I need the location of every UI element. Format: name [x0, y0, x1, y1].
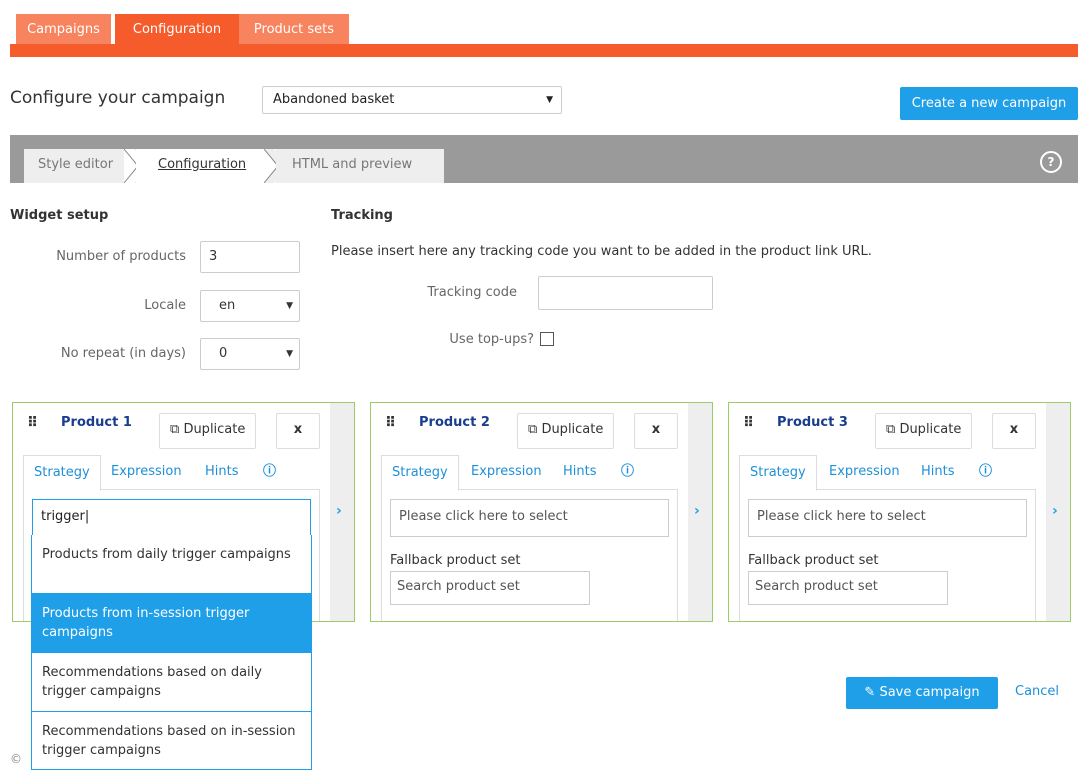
close-button[interactable]: x: [992, 413, 1036, 449]
tab-campaigns[interactable]: Campaigns: [16, 14, 111, 46]
product-tabs: Strategy Expression Hints ⓘ: [381, 455, 678, 491]
topups-checkbox[interactable]: [540, 332, 554, 346]
drag-handle-icon[interactable]: ⠿: [27, 415, 38, 431]
help-icon[interactable]: ⓘ: [979, 455, 992, 489]
save-campaign-button[interactable]: ✎ Save campaign: [846, 677, 998, 709]
product-body: Please click here to select Fallback pro…: [381, 489, 678, 621]
strategy-input[interactable]: Please click here to select: [748, 499, 1027, 537]
edit-icon: ✎: [864, 685, 876, 700]
campaign-select[interactable]: Abandoned basket ▼: [262, 86, 562, 114]
locale-select[interactable]: en ▼: [200, 290, 300, 322]
help-icon[interactable]: ?: [1040, 151, 1062, 173]
dropdown-option-selected[interactable]: Products from in-session trigger campaig…: [32, 594, 311, 653]
product-title: Product 1: [61, 415, 132, 430]
duplicate-label: Duplicate: [183, 422, 246, 437]
top-nav: Campaigns Configuration Product sets: [10, 14, 1078, 57]
dropdown-option[interactable]: Recommendations based on daily trigger c…: [32, 653, 311, 712]
topups-label: Use top-ups?: [449, 332, 534, 347]
dropdown-arrow-icon: ▼: [546, 95, 553, 105]
drag-handle-icon[interactable]: ⠿: [385, 415, 396, 431]
scroll-next[interactable]: ›: [1046, 403, 1070, 621]
tab-strategy[interactable]: Strategy: [381, 455, 459, 491]
create-campaign-button[interactable]: Create a new campaign: [900, 87, 1078, 120]
num-products-input[interactable]: 3: [200, 241, 300, 273]
duplicate-button[interactable]: ⧉ Duplicate: [517, 413, 615, 449]
duplicate-label: Duplicate: [899, 422, 962, 437]
no-repeat-value: 0: [219, 346, 228, 361]
duplicate-button[interactable]: ⧉ Duplicate: [159, 413, 257, 449]
product-body: Please click here to select Fallback pro…: [739, 489, 1036, 621]
product-tabs: Strategy Expression Hints ⓘ: [23, 455, 320, 491]
tab-strategy[interactable]: Strategy: [23, 455, 101, 491]
duplicate-button[interactable]: ⧉ Duplicate: [875, 413, 973, 449]
dropdown-arrow-icon: ▼: [286, 349, 293, 359]
tab-expression[interactable]: Expression: [471, 455, 542, 489]
scroll-next[interactable]: ›: [688, 403, 712, 621]
tracking-description: Please insert here any tracking code you…: [331, 244, 872, 259]
fallback-label: Fallback product set: [390, 553, 521, 568]
strategy-input[interactable]: trigger|: [32, 499, 311, 537]
dropdown-option[interactable]: Recommendations based on in-session trig…: [32, 712, 311, 769]
cancel-link[interactable]: Cancel: [1015, 684, 1059, 699]
help-icon[interactable]: ⓘ: [263, 455, 276, 489]
tracking-code-label: Tracking code: [427, 285, 517, 300]
locale-value: en: [219, 298, 236, 313]
tracking-heading: Tracking: [331, 208, 393, 223]
no-repeat-label: No repeat (in days): [60, 346, 186, 361]
tab-product-sets[interactable]: Product sets: [239, 14, 349, 46]
step-configuration-label: Configuration: [158, 157, 247, 172]
duplicate-label: Duplicate: [541, 422, 604, 437]
fallback-input[interactable]: Search product set: [390, 571, 590, 605]
product-title: Product 3: [777, 415, 848, 430]
chevron-right-icon: ›: [1052, 503, 1058, 519]
tracking-code-input[interactable]: [538, 276, 713, 310]
strategy-dropdown: Products from daily trigger campaigns Pr…: [31, 535, 312, 770]
tab-hints[interactable]: Hints: [921, 455, 955, 489]
duplicate-icon: ⧉: [886, 422, 896, 437]
fallback-input[interactable]: Search product set: [748, 571, 948, 605]
step-bar: Style editor Configuration HTML and prev…: [10, 135, 1078, 183]
drag-handle-icon[interactable]: ⠿: [743, 415, 754, 431]
chevron-right-icon: ›: [694, 503, 700, 519]
tab-hints[interactable]: Hints: [563, 455, 597, 489]
copyright: ©: [10, 752, 22, 766]
scroll-next[interactable]: ›: [330, 403, 354, 621]
num-products-label: Number of products: [56, 249, 186, 264]
dropdown-arrow-icon: ▼: [286, 301, 293, 311]
tab-configuration[interactable]: Configuration: [115, 14, 239, 46]
chevron-right-icon: ›: [336, 503, 342, 519]
tab-expression[interactable]: Expression: [829, 455, 900, 489]
campaign-select-value: Abandoned basket: [273, 92, 395, 107]
tab-strategy[interactable]: Strategy: [739, 455, 817, 491]
widget-setup-heading: Widget setup: [10, 208, 109, 223]
step-html-preview[interactable]: HTML and preview: [276, 149, 444, 183]
strategy-value: trigger: [41, 509, 85, 524]
strategy-input[interactable]: Please click here to select: [390, 499, 669, 537]
product-title: Product 2: [419, 415, 490, 430]
product-tabs: Strategy Expression Hints ⓘ: [739, 455, 1036, 491]
fallback-label: Fallback product set: [748, 553, 879, 568]
tab-expression[interactable]: Expression: [111, 455, 182, 489]
save-label: Save campaign: [879, 685, 980, 700]
no-repeat-select[interactable]: 0 ▼: [200, 338, 300, 370]
close-button[interactable]: x: [276, 413, 320, 449]
duplicate-icon: ⧉: [528, 422, 538, 437]
help-icon[interactable]: ⓘ: [621, 455, 634, 489]
dropdown-option[interactable]: Products from daily trigger campaigns: [32, 535, 311, 594]
close-button[interactable]: x: [634, 413, 678, 449]
locale-label: Locale: [144, 298, 186, 313]
nav-underline: [10, 44, 1078, 57]
product-panel-2: ⠿ Product 2 ⧉ Duplicate x Strategy Expre…: [370, 402, 713, 622]
page-title: Configure your campaign: [10, 88, 226, 108]
tab-hints[interactable]: Hints: [205, 455, 239, 489]
duplicate-icon: ⧉: [170, 422, 180, 437]
product-panel-3: ⠿ Product 3 ⧉ Duplicate x Strategy Expre…: [728, 402, 1071, 622]
